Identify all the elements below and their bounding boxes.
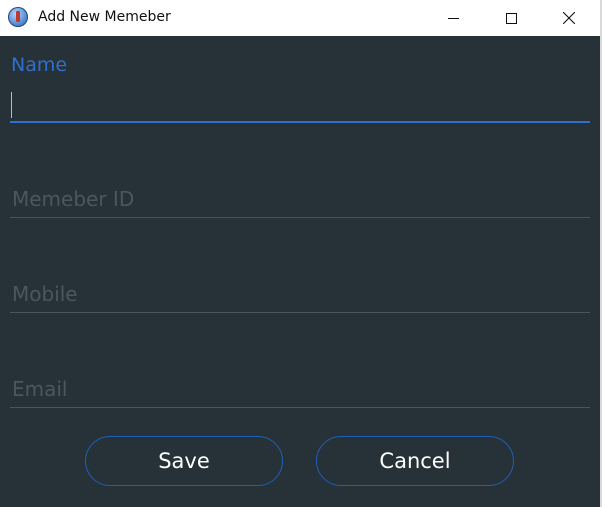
name-input[interactable] [10, 86, 590, 120]
email-underline [10, 407, 590, 408]
app-icon [8, 7, 28, 27]
name-underline [10, 121, 590, 123]
close-icon [563, 12, 575, 24]
maximize-button[interactable] [488, 0, 534, 36]
window-title: Add New Memeber [38, 9, 171, 25]
minimize-icon [447, 13, 459, 24]
minimize-button[interactable] [430, 0, 476, 36]
cancel-button[interactable]: Cancel [316, 436, 514, 486]
email-field-container [10, 372, 590, 408]
form-panel: Name Save Cancel [0, 36, 600, 507]
member-id-field-container [10, 182, 590, 218]
text-caret [11, 92, 12, 118]
mobile-underline [10, 312, 590, 313]
title-bar[interactable]: Add New Memeber [0, 0, 600, 36]
save-button[interactable]: Save [85, 436, 283, 486]
member-id-underline [10, 217, 590, 218]
name-label: Name [11, 54, 68, 76]
email-input[interactable] [10, 372, 590, 406]
add-member-window: Add New Memeber Name Memeber ID Mobile E… [0, 0, 602, 507]
mobile-field-container [10, 277, 590, 313]
mobile-input[interactable] [10, 277, 590, 311]
name-field-container [10, 86, 590, 123]
member-id-input[interactable] [10, 182, 590, 216]
maximize-icon [505, 12, 517, 24]
close-button[interactable] [546, 0, 592, 36]
